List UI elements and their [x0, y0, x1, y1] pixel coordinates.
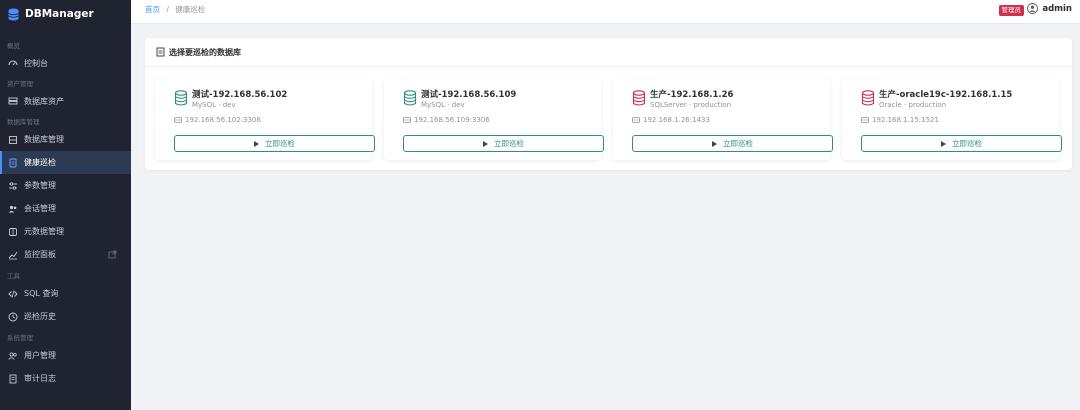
database-host: 192.168.56.109:3306 — [403, 116, 490, 124]
database-name: 生产-oracle19c-192.168.1.15 — [879, 90, 1013, 100]
nav-group-overview: 概览 — [7, 42, 20, 50]
database-icon — [8, 135, 18, 145]
inspect-now-button[interactable]: 立即巡检 — [861, 135, 1062, 152]
host-address: 192.168.56.109:3306 — [414, 116, 490, 124]
host-address: 192.168.56.102:3306 — [185, 116, 261, 124]
sidebar-item-sessions[interactable]: 会话管理 — [0, 197, 131, 220]
button-label: 立即巡检 — [494, 139, 524, 148]
username: admin — [1042, 3, 1072, 14]
top-header: 首页 / 健康巡检 管理员 admin — [131, 0, 1080, 24]
sidebar-item-db-assets[interactable]: 数据库资产 — [0, 90, 131, 112]
server-icon — [174, 117, 182, 123]
sidebar-item-label: 健康巡检 — [24, 158, 56, 167]
sidebar-item-label: 数据库资产 — [24, 96, 64, 106]
database-name: 测试-192.168.56.109 — [421, 90, 517, 100]
brand[interactable]: DBManager — [0, 0, 131, 28]
sidebar-item-user-management[interactable]: 用户管理 — [0, 344, 131, 367]
play-icon — [254, 140, 259, 147]
database-icon — [174, 90, 188, 107]
nav-group-db-management: 数据库管理 — [7, 118, 40, 126]
nav-group-system: 系统管理 — [7, 334, 33, 342]
server-icon — [632, 117, 640, 123]
breadcrumb-separator: / — [166, 5, 169, 14]
server-icon — [861, 117, 869, 123]
sidebar-item-db-management[interactable]: 数据库管理 — [0, 128, 131, 151]
database-type: SQLServer · production — [650, 101, 732, 109]
chart-icon — [8, 250, 18, 260]
panel-header: 选择要巡检的数据库 — [145, 38, 1072, 67]
host-address: 192.168.1.26:1433 — [643, 116, 710, 124]
log-icon — [8, 374, 18, 384]
user-avatar-icon — [1027, 3, 1039, 14]
clock-icon — [8, 312, 18, 322]
database-icon — [632, 90, 646, 107]
nav-group-assets: 资产管理 — [7, 80, 33, 88]
database-name: 生产-192.168.1.26 — [650, 90, 734, 100]
button-label: 立即巡检 — [265, 139, 295, 148]
sidebar-item-label: 控制台 — [24, 58, 48, 68]
sidebar-item-dashboard[interactable]: 控制台 — [0, 52, 131, 74]
sidebar-item-audit-log[interactable]: 审计日志 — [0, 367, 131, 390]
user-menu[interactable]: admin — [1027, 3, 1072, 14]
dashboard-icon — [8, 58, 18, 68]
database-type: Oracle · production — [879, 101, 947, 109]
sliders-icon — [8, 181, 18, 191]
sidebar-item-label: 用户管理 — [24, 351, 56, 360]
database-logo-icon — [8, 8, 19, 21]
cube-icon — [8, 227, 18, 237]
server-icon — [403, 117, 411, 123]
clipboard-icon — [8, 158, 18, 168]
sidebar: DBManager 概览 控制台 资产管理 数据库资产 数据库管理 数据库管理 … — [0, 0, 131, 410]
database-card: 测试-192.168.56.109 MySQL · dev 192.168.56… — [384, 78, 604, 160]
inspect-now-button[interactable]: 立即巡检 — [174, 135, 375, 152]
play-icon — [941, 140, 946, 147]
sidebar-item-label: 数据库管理 — [24, 135, 64, 144]
users-icon — [8, 351, 18, 361]
sidebar-item-monitoring[interactable]: 监控面板 — [0, 243, 131, 266]
sidebar-item-label: 元数据管理 — [24, 227, 64, 236]
sidebar-item-label: SQL 查询 — [24, 289, 59, 298]
host-address: 192.168.1.15:1521 — [872, 116, 939, 124]
breadcrumb-current: 健康巡检 — [175, 5, 206, 14]
sidebar-item-label: 监控面板 — [24, 250, 56, 259]
database-icon — [403, 90, 417, 107]
breadcrumb: 首页 / 健康巡检 — [145, 4, 205, 15]
inspect-now-button[interactable]: 立即巡检 — [632, 135, 833, 152]
nav-group-tools: 工具 — [7, 272, 20, 280]
sidebar-item-sql-query[interactable]: SQL 查询 — [0, 282, 131, 305]
users-icon — [8, 204, 18, 214]
database-host: 192.168.1.15:1521 — [861, 116, 939, 124]
app-name: DBManager — [25, 8, 94, 20]
server-icon — [8, 96, 18, 106]
external-link-icon — [108, 250, 117, 259]
breadcrumb-home-link[interactable]: 首页 — [145, 5, 160, 14]
database-type: MySQL · dev — [192, 101, 236, 109]
database-card: 生产-192.168.1.26 SQLServer · production 1… — [613, 78, 833, 160]
sidebar-item-label: 审计日志 — [24, 374, 56, 383]
role-badge: 管理员 — [998, 5, 1024, 16]
panel-title: 选择要巡检的数据库 — [169, 47, 241, 57]
sidebar-item-health-check[interactable]: 健康巡检 — [0, 151, 131, 174]
sidebar-item-label: 参数管理 — [24, 181, 56, 190]
button-label: 立即巡检 — [952, 139, 982, 148]
checklist-icon — [156, 47, 165, 57]
sidebar-item-label: 会话管理 — [24, 204, 56, 213]
play-icon — [712, 140, 717, 147]
database-card: 生产-oracle19c-192.168.1.15 Oracle · produ… — [842, 78, 1062, 160]
database-host: 192.168.1.26:1433 — [632, 116, 710, 124]
database-type: MySQL · dev — [421, 101, 465, 109]
database-host: 192.168.56.102:3306 — [174, 116, 261, 124]
code-icon — [8, 289, 18, 299]
database-select-panel: 选择要巡检的数据库 测试-192.168.56.102 MySQL · dev … — [145, 38, 1072, 170]
play-icon — [483, 140, 488, 147]
sidebar-item-metadata[interactable]: 元数据管理 — [0, 220, 131, 243]
button-label: 立即巡检 — [723, 139, 753, 148]
sidebar-item-parameters[interactable]: 参数管理 — [0, 174, 131, 197]
sidebar-item-label: 巡检历史 — [24, 312, 56, 321]
database-icon — [861, 90, 875, 107]
database-card: 测试-192.168.56.102 MySQL · dev 192.168.56… — [155, 78, 375, 160]
database-name: 测试-192.168.56.102 — [192, 90, 288, 100]
inspect-now-button[interactable]: 立即巡检 — [403, 135, 604, 152]
sidebar-item-inspection-history[interactable]: 巡检历史 — [0, 305, 131, 328]
